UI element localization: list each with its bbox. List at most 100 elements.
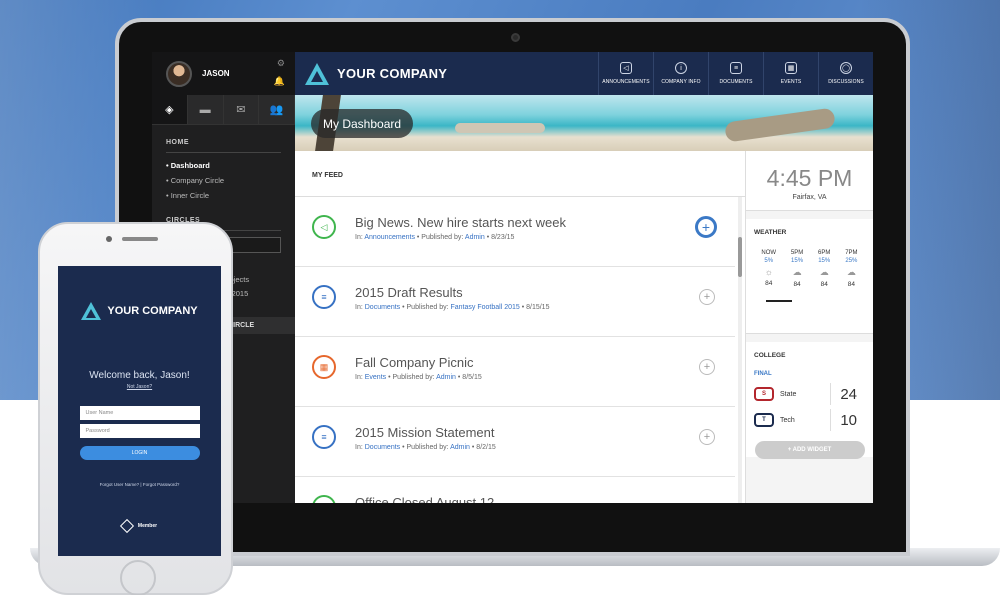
post-author-link[interactable]: Fantasy Football 2015 — [451, 304, 520, 311]
company-logo[interactable]: YOUR COMPANY — [295, 52, 598, 95]
post-author-link[interactable]: Admin — [465, 234, 485, 241]
weather-column: 5PM 15% ☁ 84 — [791, 250, 803, 288]
diamond-icon — [119, 518, 134, 534]
weather-temp: 84 — [820, 281, 828, 288]
dashboard-banner: My Dashboard — [295, 95, 873, 151]
published-label: • Published by: — [402, 304, 449, 311]
weather-time: 5PM — [790, 250, 804, 256]
expand-button[interactable]: + — [699, 359, 715, 375]
team-score: 10 — [840, 411, 857, 429]
post-date: • 8/23/15 — [486, 234, 515, 241]
top-header: YOUR COMPANY ◁ ANNOUNCEMENTS i COMPANY I… — [295, 52, 873, 95]
brand-name: Member — [137, 523, 158, 529]
weather-precip: 15% — [791, 258, 804, 264]
team-row: S State 24 — [754, 383, 865, 405]
post-author-link[interactable]: Admin — [436, 374, 456, 381]
sun-icon: ☼ — [764, 267, 773, 277]
avatar[interactable] — [166, 60, 192, 87]
phone-device: YOUR COMPANY Welcome back, Jason! Not Ja… — [38, 222, 233, 595]
team-row: T Tech 10 — [754, 409, 865, 431]
weather-precip: 5% — [764, 258, 774, 264]
weather-pager[interactable] — [766, 300, 792, 302]
feed-post[interactable]: ≡ 2015 Mission Statement In: Documents •… — [295, 407, 735, 477]
post-date: • 8/5/15 — [457, 374, 482, 381]
post-title[interactable]: Fall Company Picnic — [355, 355, 735, 370]
username-field[interactable]: User Name — [79, 406, 200, 420]
feed-scrollbar[interactable] — [738, 197, 742, 503]
feed-post[interactable]: ▦ Fall Company Picnic In: Events • Publi… — [295, 337, 735, 407]
feed-post[interactable]: ◁ Big News. New hire starts next week In… — [295, 197, 735, 267]
post-category-link[interactable]: Documents — [365, 304, 400, 311]
nav-announcements[interactable]: ◁ ANNOUNCEMENTS — [598, 52, 653, 95]
cloud-icon: ☁ — [792, 267, 802, 277]
tab-mail[interactable]: ✉ — [223, 95, 260, 124]
in-label: In: — [355, 304, 363, 311]
info-icon: i — [675, 62, 687, 74]
cloud-icon: ☁ — [846, 267, 856, 277]
post-meta: In: Announcements • Published by: Admin … — [355, 234, 735, 241]
calendar-icon: ▦ — [312, 355, 336, 379]
password-field[interactable]: Password — [79, 424, 200, 438]
forgot-links[interactable]: Forgot User Name? | Forgot Password? — [58, 482, 221, 487]
mail-icon: ✉ — [236, 104, 246, 116]
tab-navigation[interactable]: ◈ — [152, 95, 188, 124]
expand-button[interactable]: + — [695, 216, 717, 238]
nav-label: EVENTS — [780, 79, 802, 85]
home-section-title: HOME — [166, 139, 189, 146]
feed-list: ◁ Big News. New hire starts next week In… — [295, 197, 735, 503]
camera-icon — [511, 33, 520, 42]
add-widget-button[interactable]: + ADD WIDGET — [754, 441, 865, 459]
team-logo-icon: S — [754, 387, 774, 401]
college-title: COLLEGE — [754, 352, 786, 359]
weather-temp: 84 — [793, 281, 801, 288]
post-meta: In: Documents • Published by: Admin • 8/… — [355, 444, 735, 451]
nav-events[interactable]: ▦ EVENTS — [763, 52, 818, 95]
gear-icon[interactable]: ⚙ — [277, 58, 285, 69]
weather-time: 6PM — [818, 250, 831, 256]
tab-messages[interactable]: ▬ — [187, 95, 224, 124]
nav-label: DISCUSSIONS — [828, 79, 864, 85]
bell-icon[interactable]: 🔔 — [274, 76, 285, 87]
not-you-link[interactable]: Not Jason? — [58, 384, 221, 390]
team-name: Tech — [780, 416, 795, 424]
expand-button[interactable]: + — [699, 429, 715, 445]
expand-button[interactable]: + — [699, 289, 715, 305]
feed-post[interactable]: ≡ 2015 Draft Results In: Documents • Pub… — [295, 267, 735, 337]
tab-people[interactable]: 👥 — [259, 95, 295, 124]
nav-company-info[interactable]: i COMPANY INFO — [653, 52, 708, 95]
top-nav: ◁ ANNOUNCEMENTS i COMPANY INFO ≡ DOCUMEN… — [598, 52, 873, 95]
post-title[interactable]: 2015 Draft Results — [355, 285, 735, 300]
home-button[interactable] — [120, 560, 156, 595]
clock-location: Fairfax, VA — [792, 194, 827, 201]
company-name: YOUR COMPANY — [107, 305, 198, 317]
weather-time: 7PM — [845, 250, 858, 256]
phone-logo: YOUR COMPANY — [58, 302, 221, 320]
post-title[interactable]: Big News. New hire starts next week — [355, 215, 735, 230]
sidebar-tabs: ◈ ▬ ✉ 👥 — [152, 95, 295, 125]
feed-post[interactable]: ◁ Office Closed August 12 — [295, 477, 735, 503]
sidebar-item-inner-circle[interactable]: • Inner Circle — [152, 188, 295, 203]
post-title[interactable]: 2015 Mission Statement — [355, 425, 735, 440]
sidebar-item-company-circle[interactable]: • Company Circle — [152, 173, 295, 188]
camera-icon — [106, 236, 112, 242]
megaphone-icon: ◁ — [620, 62, 632, 74]
post-category-link[interactable]: Documents — [365, 444, 400, 451]
nav-documents[interactable]: ≡ DOCUMENTS — [708, 52, 763, 95]
post-category-link[interactable]: Events — [365, 374, 386, 381]
driftwood-image — [724, 107, 836, 143]
post-category-link[interactable]: Announcements — [364, 234, 415, 241]
megaphone-icon: ◁ — [312, 215, 336, 239]
logo-triangle-icon — [305, 62, 329, 85]
team-score: 24 — [840, 385, 857, 403]
scrollbar-thumb[interactable] — [738, 237, 742, 277]
post-title[interactable]: Office Closed August 12 — [355, 495, 735, 503]
sidebar-item-dashboard[interactable]: • Dashboard — [152, 158, 295, 173]
published-label: • Published by: — [402, 444, 449, 451]
post-author-link[interactable]: Admin — [450, 444, 470, 451]
login-button[interactable]: LOGIN — [79, 446, 200, 460]
cloud-icon: ☁ — [819, 267, 829, 277]
weather-column: 7PM 25% ☁ 84 — [845, 250, 857, 288]
post-meta: In: Events • Published by: Admin • 8/5/1… — [355, 374, 735, 381]
nav-discussions[interactable]: ◯ DISCUSSIONS — [818, 52, 873, 95]
divider — [830, 383, 831, 405]
